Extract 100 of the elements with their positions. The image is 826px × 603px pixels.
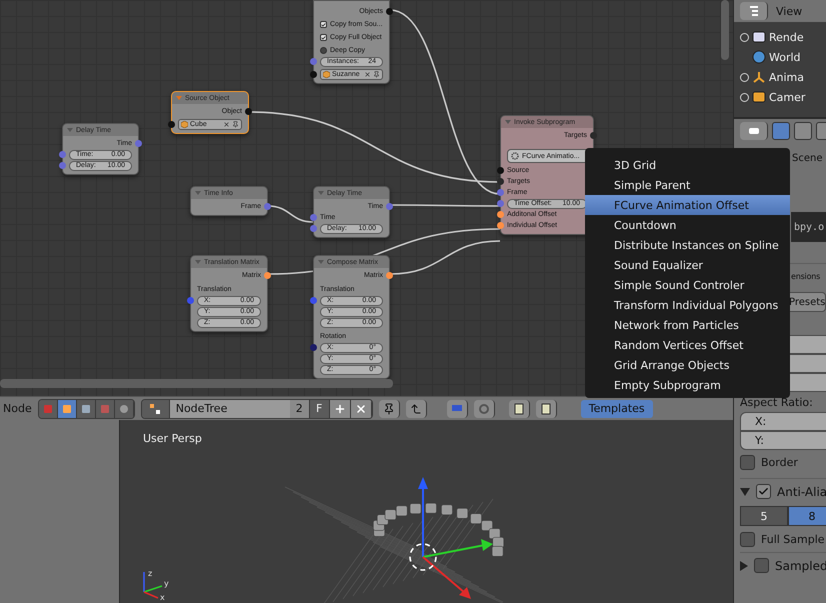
axis-label: y xyxy=(164,579,169,588)
field-label: Aspect Ratio: xyxy=(740,396,813,408)
menu-item[interactable]: FCurve Animation Offset xyxy=(585,195,790,215)
panel-title: Anti-Alia xyxy=(777,484,826,498)
node-tree-menu-button[interactable] xyxy=(142,400,170,418)
socket-handle[interactable] xyxy=(497,178,504,185)
socket-handle[interactable] xyxy=(590,132,597,139)
parent-button[interactable] xyxy=(406,400,427,418)
socket-handle[interactable] xyxy=(497,211,504,218)
properties-tab[interactable] xyxy=(772,122,790,140)
socket-handle[interactable] xyxy=(310,344,317,351)
gear-icon xyxy=(511,152,519,160)
fake-user-button[interactable]: F xyxy=(310,400,330,418)
outliner-item[interactable]: Anima xyxy=(740,67,826,87)
close-icon xyxy=(354,402,367,414)
menu-item[interactable]: Sound Equalizer xyxy=(585,255,790,275)
socket-handle[interactable] xyxy=(187,297,194,304)
socket-handle[interactable] xyxy=(386,272,393,279)
checkbox[interactable] xyxy=(740,532,755,546)
list-icon xyxy=(748,5,760,17)
tooltip-text: bpy.o xyxy=(794,222,824,232)
scrollbar[interactable] xyxy=(721,0,729,60)
check-icon xyxy=(321,22,326,28)
scrollbar[interactable] xyxy=(0,379,393,388)
socket-handle[interactable] xyxy=(497,200,504,207)
new-button[interactable] xyxy=(330,400,351,418)
socket-handle[interactable] xyxy=(135,140,142,147)
context-label: Scene xyxy=(792,152,822,164)
socket-handle[interactable] xyxy=(386,8,393,15)
outliner-item[interactable]: World xyxy=(740,47,826,67)
plus-icon xyxy=(334,402,346,414)
node-tree-icon xyxy=(149,402,162,414)
socket-handle[interactable] xyxy=(59,151,66,158)
paste-button[interactable] xyxy=(536,400,557,418)
outliner-item[interactable]: Camer xyxy=(740,87,826,107)
editor-label: Node xyxy=(3,402,32,415)
pin-icon xyxy=(382,402,395,414)
view-menu[interactable]: View xyxy=(776,4,802,18)
layout-button[interactable] xyxy=(446,400,468,418)
socket-handle[interactable] xyxy=(310,214,317,221)
socket-handle[interactable] xyxy=(59,162,66,169)
aspect-field[interactable]: Y: xyxy=(740,431,826,450)
socket-handle[interactable] xyxy=(497,167,504,174)
clear-icon[interactable] xyxy=(223,121,230,128)
arrow-up-icon xyxy=(410,402,422,414)
outliner-item[interactable]: Rende xyxy=(740,27,826,47)
menu-item[interactable]: Simple Sound Controler xyxy=(585,275,790,295)
close-button[interactable] xyxy=(350,400,372,418)
armature-icon xyxy=(752,70,766,84)
3d-cursor-icon xyxy=(409,543,437,571)
checkbox[interactable] xyxy=(740,454,755,470)
tree-type-button[interactable] xyxy=(58,400,77,418)
users-count-button[interactable]: 2 xyxy=(290,400,310,418)
check-icon xyxy=(321,34,326,40)
sample-count-button[interactable]: 5 xyxy=(740,506,788,526)
socket-handle[interactable] xyxy=(310,71,317,78)
socket-handle[interactable] xyxy=(264,272,271,279)
camera-icon xyxy=(752,90,766,104)
socket-handle[interactable] xyxy=(497,222,504,229)
properties-tab[interactable] xyxy=(794,122,812,140)
menu-item[interactable]: Network from Particles xyxy=(585,315,790,335)
menu-item[interactable]: Grid Arrange Objects xyxy=(585,355,790,375)
checkbox-label: Border xyxy=(761,456,798,468)
socket-handle[interactable] xyxy=(310,58,317,65)
checkbox[interactable] xyxy=(756,484,771,499)
editor-type-button[interactable] xyxy=(740,122,768,140)
checkbox[interactable] xyxy=(320,34,327,41)
checkbox[interactable] xyxy=(320,47,327,54)
checkbox-label: Full Sample xyxy=(761,532,825,546)
tree-type-button[interactable] xyxy=(76,400,96,418)
socket-handle[interactable] xyxy=(245,108,252,115)
checkbox[interactable] xyxy=(754,558,769,573)
clear-icon[interactable] xyxy=(364,71,371,78)
templates-menu-button[interactable]: Templates xyxy=(580,400,653,418)
socket-handle[interactable] xyxy=(310,297,317,304)
tree-type-button[interactable] xyxy=(96,400,115,418)
copy-button[interactable] xyxy=(508,400,530,418)
menu-item[interactable]: Random Vertices Offset xyxy=(585,335,790,355)
socket-handle[interactable] xyxy=(386,203,393,210)
globe-icon xyxy=(752,50,766,64)
socket-handle[interactable] xyxy=(310,225,317,232)
axis-label: x xyxy=(160,593,165,602)
socket-handle[interactable] xyxy=(497,189,504,196)
menu-item[interactable]: Distribute Instances on Spline xyxy=(585,235,790,255)
cube-icon xyxy=(323,71,330,78)
node-tree-name-field[interactable]: NodeTree xyxy=(170,400,290,418)
sample-count-button[interactable]: 8 xyxy=(788,506,826,526)
checkbox[interactable] xyxy=(320,21,327,28)
tree-type-button[interactable] xyxy=(114,400,134,418)
socket-handle[interactable] xyxy=(168,121,175,128)
check-icon xyxy=(758,486,769,497)
cube-icon xyxy=(181,121,188,128)
aspect-field[interactable]: X: xyxy=(740,412,826,431)
display-mode-button[interactable] xyxy=(740,2,768,20)
snap-button[interactable] xyxy=(474,400,495,418)
menu-item[interactable]: Empty Subprogram xyxy=(585,375,790,395)
panel-title: ensions xyxy=(791,272,820,281)
socket-handle[interactable] xyxy=(264,203,271,210)
pin-button[interactable] xyxy=(378,400,400,418)
axis-label: z xyxy=(148,569,152,578)
